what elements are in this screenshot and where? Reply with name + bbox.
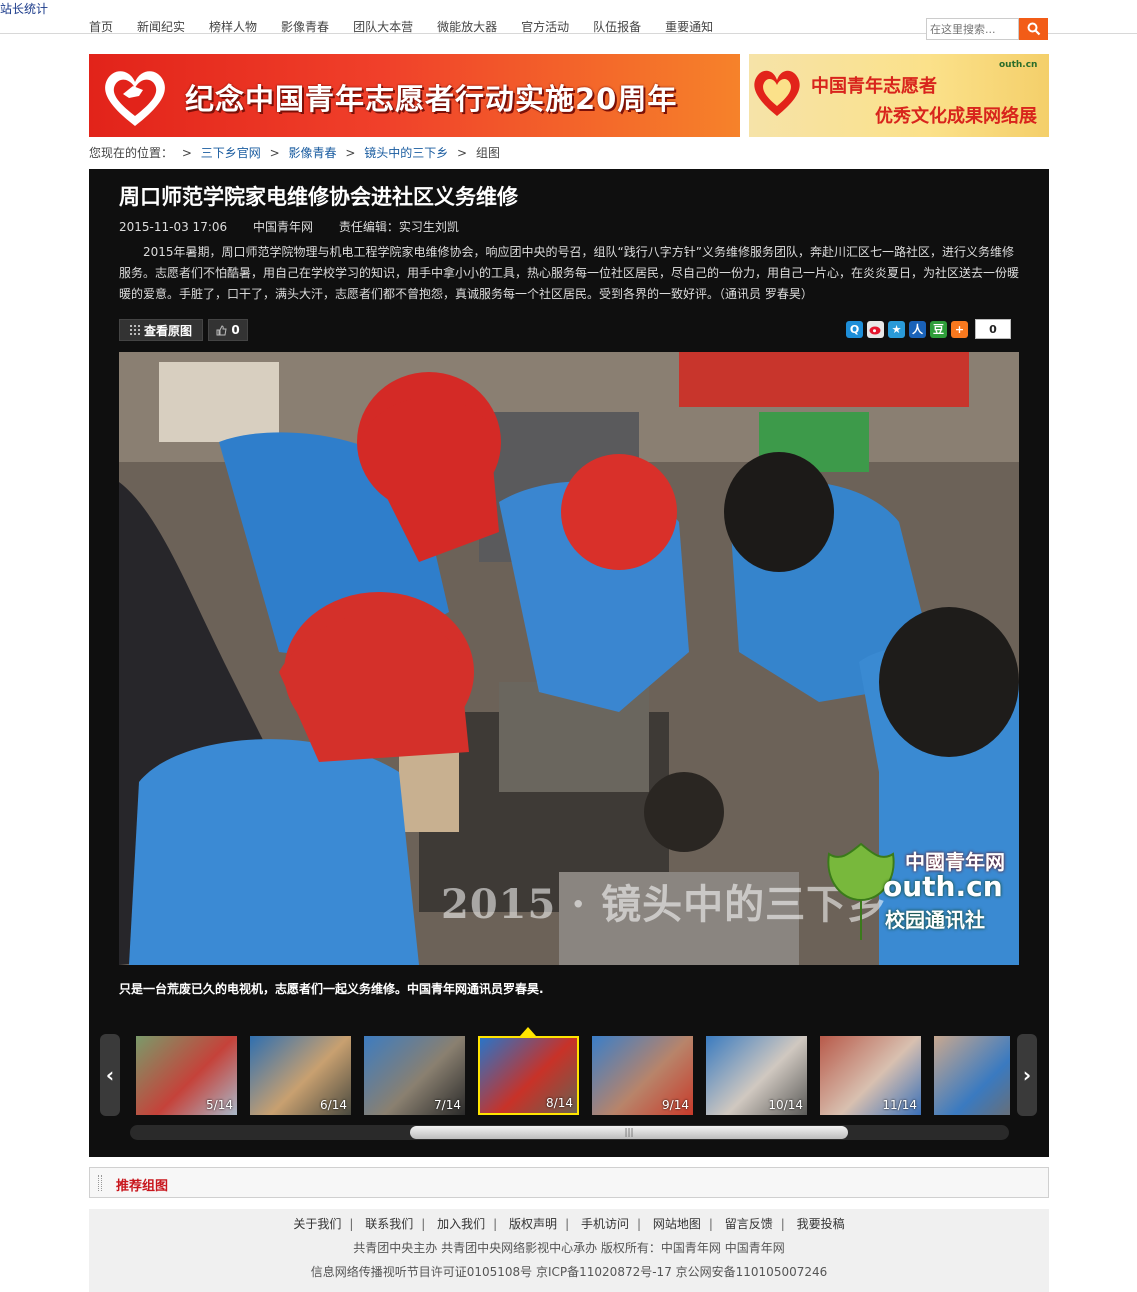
footer-link-mobile[interactable]: 手机访问 [581, 1217, 629, 1231]
plus-icon[interactable]: + [951, 320, 968, 338]
photo-caption: 只是一台荒废已久的电视机，志愿者们一起义务维修。中国青年网通讯员罗春昊. [119, 982, 544, 996]
footer-link-about[interactable]: 关于我们 [293, 1217, 341, 1231]
thumbnail-label: 10/14 [768, 1098, 803, 1112]
breadcrumb-separator: > [457, 146, 468, 160]
youth-watermark-logo: 中國青年网 outh.cn 校园通讯社 [821, 840, 1017, 950]
breadcrumb-separator: > [345, 146, 356, 160]
thumbnail[interactable]: 7/14 [364, 1036, 465, 1115]
thumbnail-label: 11/14 [882, 1098, 917, 1112]
thumbnail[interactable]: 6/14 [250, 1036, 351, 1115]
thumbnail[interactable]: 9/14 [592, 1036, 693, 1115]
breadcrumb-separator: > [269, 146, 280, 160]
thumbnail[interactable]: 11/14 [820, 1036, 921, 1115]
thumbnail-scrollbar[interactable]: ||| [130, 1125, 1009, 1140]
share-bar: Q ★ 人 豆 + 0 [846, 319, 1011, 339]
chevron-right-icon: › [1022, 1063, 1032, 1087]
prev-arrow-button[interactable]: ‹ [100, 1034, 120, 1116]
view-original-button[interactable]: 查看原图 [119, 319, 203, 341]
thumbnail-label: 6/14 [320, 1098, 347, 1112]
search-box [926, 18, 1048, 40]
nav-item-images[interactable]: 影像青春 [281, 18, 329, 35]
footer-link-join[interactable]: 加入我们 [437, 1217, 485, 1231]
main-photo[interactable]: 2015 · 镜头中的三下乡 中國青年网 outh.cn 校园通讯社 [119, 352, 1019, 965]
article-datetime: 2015-11-03 17:06 [119, 220, 228, 234]
breadcrumb: 您现在的位置： > 三下乡官网 > 影像青春 > 镜头中的三下乡 > 组图 [89, 144, 500, 161]
thumbnail[interactable]: 10/14 [706, 1036, 807, 1115]
youth-logo: outh.cn [999, 60, 1038, 70]
banner-headline: 纪念中国青年志愿者行动实施20周年 [185, 82, 678, 116]
nav-item-role-models[interactable]: 榜样人物 [209, 18, 257, 35]
gallery-panel: 周口师范学院家电维修协会进社区义务维修 2015-11-03 17:06 中国青… [89, 169, 1049, 1157]
recommended-title: 推荐组图 [116, 1179, 169, 1194]
star-icon[interactable]: ★ [888, 320, 905, 338]
footer-links: 关于我们 | 联系我们 | 加入我们 | 版权声明 | 手机访问 | 网站地图 | 留言反馈… [293, 1217, 845, 1231]
anniversary-banner[interactable]: 纪念中国青年志愿者行动实施20周年 [89, 54, 740, 137]
chevron-left-icon: ‹ [105, 1063, 115, 1087]
footer-sponsor-line: 共青团中央主办 共青团中央网络影视中心承办 版权所有：中国青年网 中国青年网 [353, 1241, 785, 1255]
breadcrumb-link-images[interactable]: 影像青春 [288, 146, 336, 160]
grid-icon [129, 325, 140, 335]
nav-item-home[interactable]: 首页 [89, 18, 113, 35]
banner-side-line1: 中国青年志愿者 [811, 76, 937, 97]
banner-side-line2: 优秀文化成果网络展 [875, 106, 1037, 127]
breadcrumb-link-sanxiaxiang[interactable]: 三下乡官网 [201, 146, 261, 160]
thumbnail[interactable]: 12 [934, 1036, 1010, 1115]
culture-exhibition-banner[interactable]: 中国青年志愿者 优秀文化成果网络展 outh.cn [749, 54, 1049, 137]
article-editor: 责任编辑：实习生刘凯 [338, 220, 459, 234]
nav-item-teams[interactable]: 团队大本营 [353, 18, 413, 35]
breadcrumb-current: 组图 [475, 146, 500, 160]
recommended-section: 推荐组图 [89, 1167, 1049, 1198]
nav-item-registration[interactable]: 队伍报备 [593, 18, 641, 35]
next-arrow-button[interactable]: › [1017, 1034, 1037, 1116]
section-grip-icon [98, 1175, 102, 1191]
footer-link-contact[interactable]: 联系我们 [365, 1217, 413, 1231]
search-button[interactable] [1019, 18, 1048, 40]
thumbnail-label: 9/14 [662, 1098, 689, 1112]
breadcrumb-link-lens[interactable]: 镜头中的三下乡 [364, 146, 448, 160]
watermark-logo-line2: outh.cn [883, 870, 1003, 903]
douban-icon[interactable]: 豆 [930, 320, 947, 338]
footer-link-copyright[interactable]: 版权声明 [509, 1217, 557, 1231]
active-thumbnail-pointer [520, 1027, 536, 1036]
footer-license-line: 信息网络传播视听节目许可证0105108号 京ICP备11020872号-17 … [310, 1265, 828, 1279]
footer: 关于我们 | 联系我们 | 加入我们 | 版权声明 | 手机访问 | 网站地图 | 留言反馈… [89, 1209, 1049, 1292]
search-icon [1027, 22, 1040, 36]
thumbnail[interactable]: 5/14 [136, 1036, 237, 1115]
nav-menu: 首页 新闻纪实 榜样人物 影像青春 团队大本营 微能放大器 官方活动 队伍报备 … [89, 18, 737, 35]
weibo-icon[interactable] [867, 320, 884, 338]
thumbnail-label: 8/14 [546, 1096, 573, 1110]
like-count: 0 [231, 323, 240, 337]
scrollbar-handle[interactable]: ||| [410, 1126, 848, 1139]
breadcrumb-separator: > [181, 146, 192, 160]
footer-link-submit[interactable]: 我要投稿 [797, 1217, 845, 1231]
qzone-icon[interactable]: Q [846, 320, 863, 338]
share-count: 0 [975, 319, 1011, 339]
article-meta: 2015-11-03 17:06 中国青年网 责任编辑：实习生刘凯 [119, 218, 481, 235]
article-source: 中国青年网 [252, 220, 313, 234]
thumbnail-label: 5/14 [206, 1098, 233, 1112]
thumbnail-strip: 5/14 6/14 7/14 8/14 9/14 10/14 11/14 12 [136, 1036, 1010, 1116]
nav-item-news[interactable]: 新闻纪实 [137, 18, 185, 35]
heart-hand-logo-icon [754, 70, 800, 116]
search-input[interactable] [926, 18, 1019, 40]
thumbs-up-icon [216, 324, 227, 335]
top-navigation: 首页 新闻纪实 榜样人物 影像青春 团队大本营 微能放大器 官方活动 队伍报备 … [0, 12, 1137, 40]
breadcrumb-label: 您现在的位置： [89, 146, 174, 160]
footer-link-sitemap[interactable]: 网站地图 [653, 1217, 701, 1231]
footer-link-feedback[interactable]: 留言反馈 [725, 1217, 773, 1231]
nav-item-amplifier[interactable]: 微能放大器 [437, 18, 497, 35]
nav-item-notices[interactable]: 重要通知 [665, 18, 713, 35]
renren-icon[interactable]: 人 [909, 320, 926, 338]
article-title: 周口师范学院家电维修协会进社区义务维修 [119, 185, 518, 209]
watermark-logo-line3: 校园通讯社 [885, 908, 985, 932]
nav-item-events[interactable]: 官方活动 [521, 18, 569, 35]
article-description: 2015年暑期，周口师范学院物理与机电工程学院家电维修协会，响应团中央的号召，组… [119, 245, 1020, 301]
heart-hand-logo-icon [105, 71, 165, 126]
thumbnail[interactable]: 8/14 [478, 1036, 579, 1115]
view-original-label: 查看原图 [143, 323, 192, 338]
thumbnail-label: 7/14 [434, 1098, 461, 1112]
like-button[interactable]: 0 [208, 319, 248, 341]
